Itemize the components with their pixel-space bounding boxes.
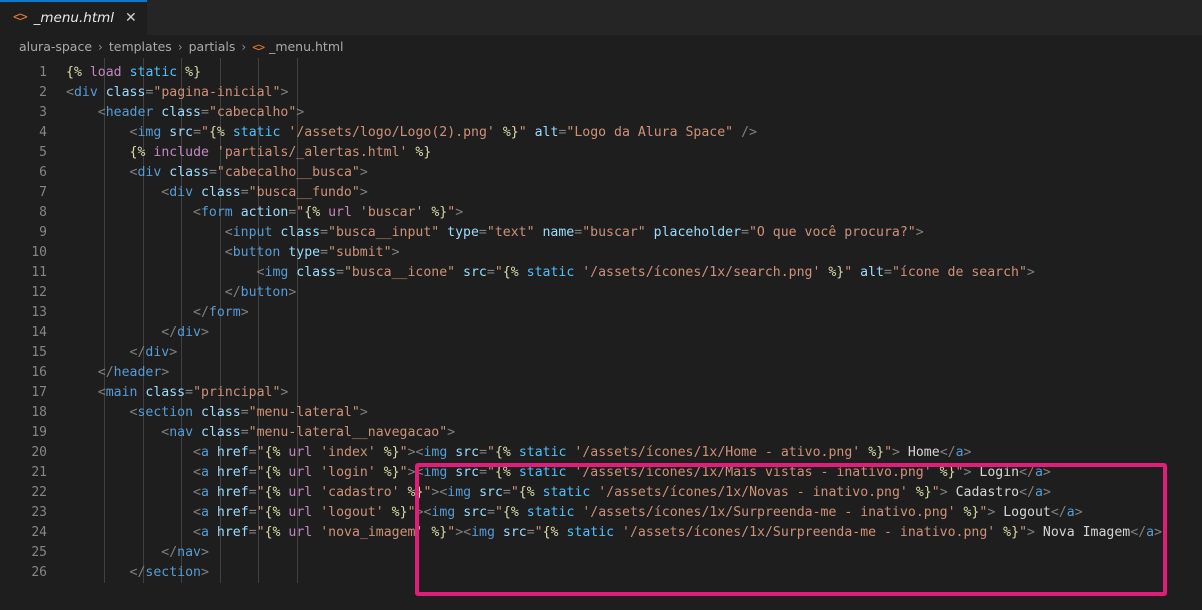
code-line-text: </div> [66, 345, 178, 360]
line-number: 19 [31, 425, 47, 440]
code-line-text: </header> [66, 365, 170, 380]
code-line[interactable]: 12 </button> [0, 283, 1202, 303]
code-line-text: <a href="{% url 'login' %}"><img src="{%… [66, 465, 1051, 480]
line-number: 16 [31, 365, 47, 380]
tab-menu-html[interactable]: <> _menu.html ✕ [0, 0, 147, 35]
line-number: 15 [31, 345, 47, 360]
line-number: 26 [31, 565, 47, 580]
line-number: 18 [31, 405, 47, 420]
code-line[interactable]: 10 <button type="submit"> [0, 243, 1202, 263]
html-file-icon: <> [252, 39, 265, 54]
code-line-text: <a href="{% url 'index' %}"><img src="{%… [66, 445, 972, 460]
code-line[interactable]: 26 </section> [0, 563, 1202, 583]
code-line[interactable]: 9 <input class="busca__input" type="text… [0, 223, 1202, 243]
code-line-text: <img class="busca__icone" src="{% static… [66, 265, 1035, 280]
code-editor[interactable]: 1 {% load static %} 2 <div class="pagina-in… [0, 58, 1202, 610]
code-line[interactable]: 19 <nav class="menu-lateral__navegacao"> [0, 423, 1202, 443]
line-number: 4 [39, 125, 47, 140]
breadcrumb-item-partials[interactable]: partials [189, 39, 236, 54]
code-line-text: {% load static %} [66, 65, 202, 80]
code-line[interactable]: 3 <header class="cabecalho"> [0, 103, 1202, 123]
line-number: 14 [31, 325, 47, 340]
line-number: 11 [31, 265, 47, 280]
code-line-text: <input class="busca__input" type="text" … [66, 225, 924, 240]
code-line[interactable]: 22 <a href="{% url 'cadastro' %}"><img s… [0, 483, 1202, 503]
code-line[interactable]: 2 <div class="pagina-inicial"> [0, 83, 1202, 103]
line-number: 5 [39, 145, 47, 160]
line-number: 21 [31, 465, 47, 480]
breadcrumb-item--menu-html[interactable]: _menu.html [269, 39, 343, 54]
line-number: 24 [31, 525, 47, 540]
code-line-text: </div> [66, 325, 209, 340]
code-line-text: <form action="{% url 'buscar' %}"> [66, 205, 464, 220]
breadcrumb-item-templates[interactable]: templates [109, 39, 172, 54]
code-line[interactable]: 4 <img src="{% static '/assets/logo/Logo… [0, 123, 1202, 143]
code-line-text: <main class="principal"> [66, 385, 289, 400]
code-line[interactable]: 24 <a href="{% url 'nova_imagem' %}"><im… [0, 523, 1202, 543]
close-icon[interactable]: ✕ [125, 11, 137, 25]
line-number: 12 [31, 285, 47, 300]
code-line[interactable]: 14 </div> [0, 323, 1202, 343]
line-number: 23 [31, 505, 47, 520]
code-line[interactable]: 5 {% include 'partials/_alertas.html' %} [0, 143, 1202, 163]
editor-tab-bar: <> _menu.html ✕ [0, 0, 1202, 35]
code-line[interactable]: 11 <img class="busca__icone" src="{% sta… [0, 263, 1202, 283]
breadcrumb: alura-space › templates › partials › <> _menu.h… [0, 35, 1202, 58]
breadcrumb-separator: › [98, 39, 103, 54]
code-line[interactable]: 8 <form action="{% url 'buscar' %}"> [0, 203, 1202, 223]
code-line-text: {% include 'partials/_alertas.html' %} [129, 145, 432, 160]
line-number: 13 [31, 305, 47, 320]
line-number: 9 [39, 225, 47, 240]
line-number: 17 [31, 385, 47, 400]
breadcrumb-separator: › [177, 39, 183, 54]
code-line-text: </button> [66, 285, 297, 300]
line-number: 8 [39, 205, 47, 220]
code-line-text: <header class="cabecalho"> [66, 105, 305, 120]
code-line[interactable]: 20 <a href="{% url 'index' %}"><img src=… [0, 443, 1202, 463]
line-number: 25 [31, 545, 47, 560]
code-line-text: <nav class="menu-lateral__navegacao"> [66, 425, 456, 440]
line-number: 3 [39, 105, 47, 120]
code-line-text: <div class="cabecalho__busca"> [66, 165, 368, 180]
code-line-text: <img src="{% static '/assets/logo/Logo(2… [66, 125, 757, 140]
html-file-icon: <> [13, 10, 28, 25]
line-number: 10 [31, 245, 47, 260]
code-line-text: <div class="busca__fundo"> [66, 185, 368, 200]
code-line[interactable]: 1 {% load static %} [0, 63, 1202, 83]
code-line[interactable]: 7 <div class="busca__fundo"> [0, 183, 1202, 203]
code-line-text: <a href="{% url 'nova_imagem' %}"><img s… [66, 525, 1163, 540]
code-line[interactable]: 18 <section class="menu-lateral"> [0, 403, 1202, 423]
code-line-text: <div class="pagina-inicial"> [66, 85, 289, 100]
code-line[interactable]: 21 <a href="{% url 'login' %}"><img src=… [0, 463, 1202, 483]
line-number: 22 [31, 485, 47, 500]
breadcrumb-item-alura-space[interactable]: alura-space [19, 39, 92, 54]
code-line-text: </nav> [66, 545, 209, 560]
code-line[interactable]: 16 </header> [0, 363, 1202, 383]
code-line-text: <a href="{% url 'logout' %}"><img src="{… [66, 505, 1083, 520]
tab-label: _menu.html [33, 9, 115, 26]
code-line-text: <section class="menu-lateral"> [66, 405, 368, 420]
line-number: 20 [31, 445, 47, 460]
code-line[interactable]: 17 <main class="principal"> [0, 383, 1202, 403]
code-line[interactable]: 15 </div> [0, 343, 1202, 363]
line-number: 1 [39, 65, 47, 80]
line-number: 7 [39, 185, 47, 200]
code-line[interactable]: 23 <a href="{% url 'logout' %}"><img src… [0, 503, 1202, 523]
code-line[interactable]: 6 <div class="cabecalho__busca"> [0, 163, 1202, 183]
code-line-text: </section> [66, 565, 209, 580]
code-line-text: <a href="{% url 'cadastro' %}"><img src=… [66, 485, 1051, 500]
code-lines-container: 1 {% load static %} 2 <div class="pagina-in… [0, 58, 1202, 583]
code-line[interactable]: 13 </form> [0, 303, 1202, 323]
code-line[interactable]: 25 </nav> [0, 543, 1202, 563]
code-line-text: </form> [66, 305, 249, 320]
line-number: 6 [39, 165, 47, 180]
code-line-text: <button type="submit"> [66, 245, 400, 260]
line-number: 2 [39, 85, 47, 100]
breadcrumb-separator: › [241, 39, 247, 54]
